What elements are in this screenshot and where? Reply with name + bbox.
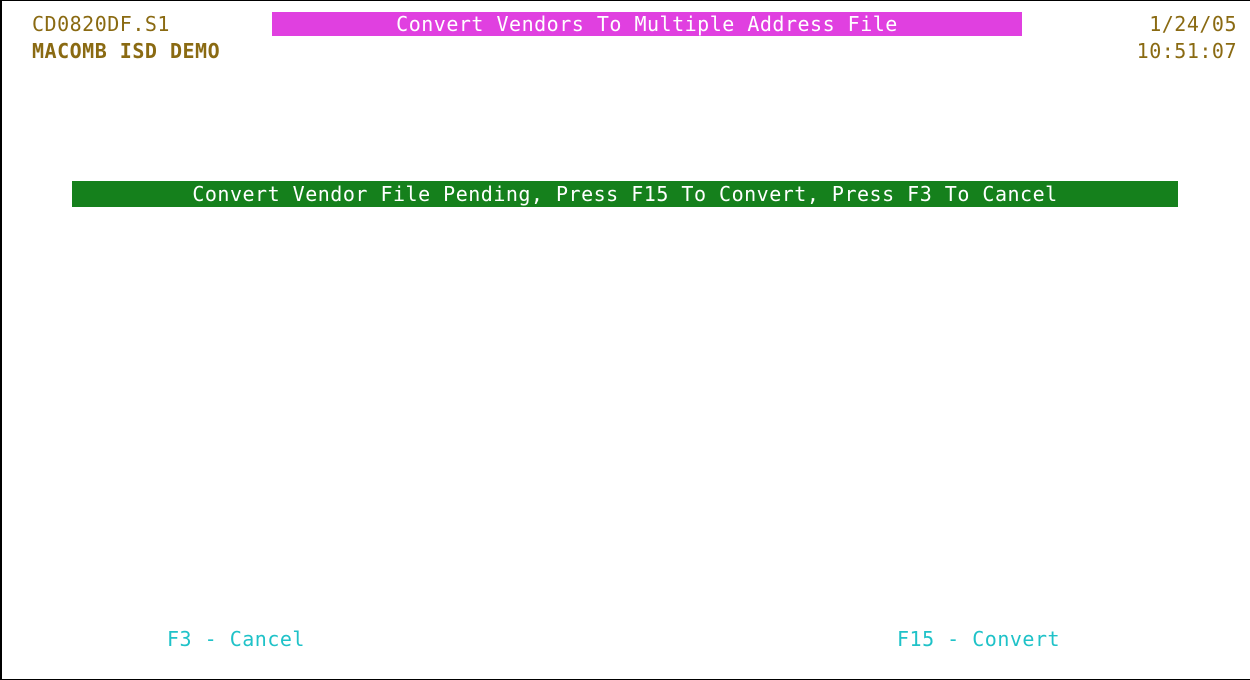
current-date: 1/24/05 bbox=[1149, 12, 1237, 36]
f15-convert-key[interactable]: F15 - Convert bbox=[897, 627, 1060, 651]
program-id: CD0820DF.S1 bbox=[32, 12, 170, 36]
current-time: 10:51:07 bbox=[1136, 39, 1237, 63]
terminal-screen: CD0820DF.S1 Convert Vendors To Multiple … bbox=[0, 0, 1250, 680]
f3-cancel-key[interactable]: F3 - Cancel bbox=[167, 627, 305, 651]
screen-title: Convert Vendors To Multiple Address File bbox=[272, 12, 1022, 36]
organization-name: MACOMB ISD DEMO bbox=[32, 39, 221, 63]
pending-status-message: Convert Vendor File Pending, Press F15 T… bbox=[72, 181, 1178, 207]
